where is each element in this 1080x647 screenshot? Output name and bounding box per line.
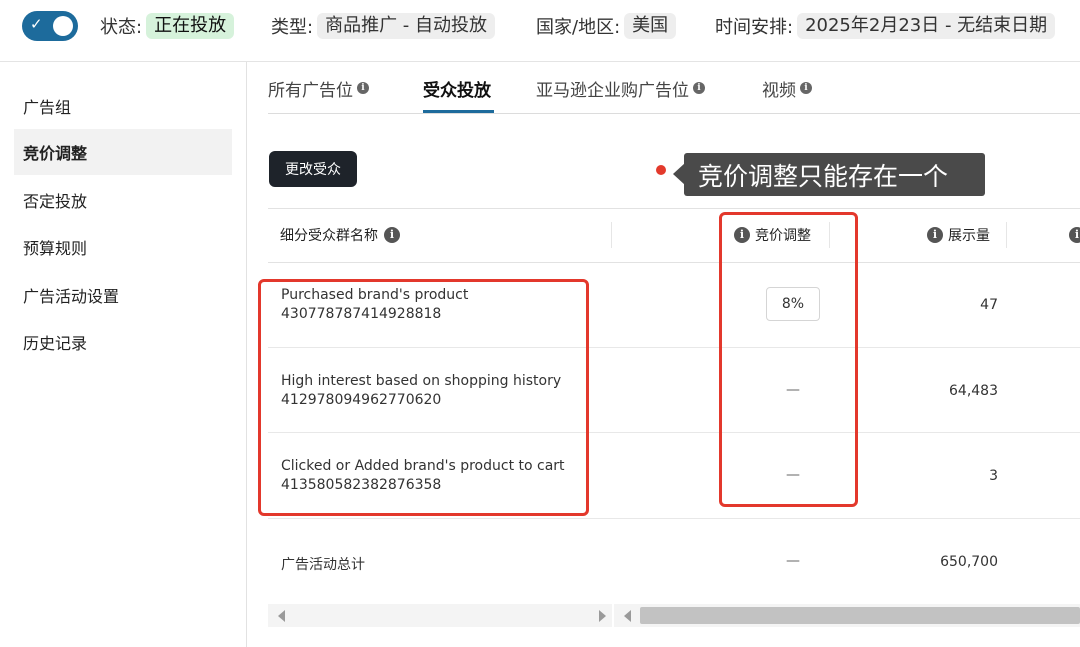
total-impressions-cell: 650,700 — [940, 554, 998, 570]
tab-business-placements[interactable]: 亚马逊企业购广告位 i — [536, 74, 705, 102]
table-top-border — [268, 208, 1080, 209]
column-separator — [611, 222, 612, 248]
schedule-label: 时间安排: — [715, 17, 794, 38]
sidebar: 广告组 竞价调整 否定投放 预算规则 广告活动设置 历史记录 — [0, 62, 247, 647]
info-icon[interactable]: i — [1069, 227, 1080, 243]
toggle-knob — [53, 16, 73, 36]
tab-audience-targeting[interactable]: 受众投放 — [423, 74, 491, 102]
schedule-group: 时间安排: 2025年2月23日 - 无结束日期 — [715, 12, 1056, 40]
placement-tabs: 所有广告位 i 受众投放 亚马逊企业购广告位 i 视频 i — [268, 62, 1080, 114]
scroll-left-arrow-icon[interactable] — [278, 610, 285, 622]
tab-label: 受众投放 — [423, 80, 491, 101]
campaign-header: ✓ 状态: 正在投放 类型: 商品推广 - 自动投放 国家/地区: 美国 时间安… — [0, 0, 1080, 54]
status-badge: 正在投放 — [146, 13, 235, 39]
impressions-cell: 3 — [989, 468, 998, 484]
country-badge: 美国 — [624, 13, 677, 39]
sidebar-item-ad-groups[interactable]: 广告组 — [14, 83, 232, 129]
table-header-border — [268, 262, 1080, 263]
annotation-callout: 竞价调整只能存在一个 — [684, 153, 985, 196]
sidebar-item-budget-rules[interactable]: 预算规则 — [14, 224, 232, 270]
country-group: 国家/地区: 美国 — [536, 12, 677, 40]
tab-label: 视频 — [762, 80, 796, 101]
country-label: 国家/地区: — [536, 17, 621, 38]
column-separator — [1006, 222, 1007, 248]
column-header-label: 细分受众群名称 — [280, 228, 378, 244]
tab-label: 亚马逊企业购广告位 — [536, 80, 689, 101]
segment-highlight-box — [258, 279, 589, 516]
status-group: 状态: 正在投放 — [100, 12, 235, 40]
annotation-dot — [656, 165, 666, 175]
scrollbar-thumb[interactable] — [640, 607, 1080, 624]
info-icon[interactable]: i — [927, 227, 943, 243]
type-label: 类型: — [271, 17, 314, 38]
tab-video[interactable]: 视频 i — [762, 74, 812, 102]
column-header-label: 展示量 — [948, 228, 990, 244]
impressions-cell: 47 — [980, 297, 998, 313]
column-header-segment[interactable]: 细分受众群名称 i — [280, 222, 400, 248]
sidebar-item-bid-adjustments[interactable]: 竞价调整 — [14, 129, 232, 175]
change-audience-button[interactable]: 更改受众 — [269, 151, 357, 187]
info-icon[interactable]: i — [384, 227, 400, 243]
sidebar-item-campaign-settings[interactable]: 广告活动设置 — [14, 272, 232, 318]
status-label: 状态: — [100, 17, 143, 38]
active-tab-indicator — [423, 110, 494, 113]
bid-highlight-box — [719, 212, 858, 507]
scroll-right-arrow-icon[interactable] — [599, 610, 606, 622]
sidebar-item-negative-targeting[interactable]: 否定投放 — [14, 177, 232, 223]
row-divider — [268, 518, 1080, 519]
campaign-active-toggle[interactable]: ✓ — [22, 11, 78, 41]
sidebar-item-history[interactable]: 历史记录 — [14, 319, 232, 365]
impressions-cell: 64,483 — [949, 383, 998, 399]
column-header-impressions[interactable]: i 展示量 — [927, 222, 990, 248]
info-icon[interactable]: i — [357, 82, 369, 94]
scroll-left-arrow-icon[interactable] — [624, 610, 631, 622]
scrollbar-separator — [612, 604, 614, 627]
info-icon[interactable]: i — [800, 82, 812, 94]
total-label: 广告活动总计 — [281, 557, 365, 573]
check-icon: ✓ — [30, 15, 43, 33]
type-badge: 商品推广 - 自动投放 — [317, 13, 496, 39]
tab-all-placements[interactable]: 所有广告位 i — [268, 74, 369, 102]
total-bid-cell: — — [786, 553, 800, 569]
schedule-badge: 2025年2月23日 - 无结束日期 — [797, 13, 1056, 39]
tab-label: 所有广告位 — [268, 80, 353, 101]
column-header-next[interactable]: i — [1069, 222, 1080, 248]
info-icon[interactable]: i — [693, 82, 705, 94]
type-group: 类型: 商品推广 - 自动投放 — [271, 12, 496, 40]
